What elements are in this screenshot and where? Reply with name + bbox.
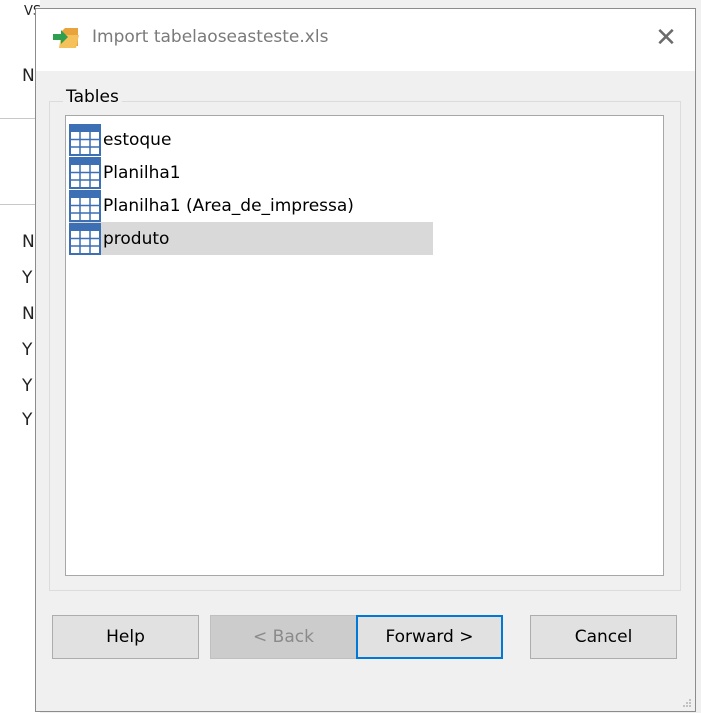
background-divider — [0, 118, 40, 119]
background-text: Y — [22, 410, 33, 430]
table-icon — [69, 123, 101, 156]
table-icon — [69, 156, 101, 189]
background-window: VS N N Y N Y Y Y — [0, 0, 41, 713]
import-dialog: Import tabelaoseasteste.xls ✕ Tables est… — [35, 8, 696, 712]
close-icon: ✕ — [655, 23, 677, 53]
cancel-button[interactable]: Cancel — [530, 615, 677, 659]
import-arrow-folder-icon — [53, 28, 79, 48]
background-text: Y — [22, 268, 33, 288]
background-text: N — [22, 232, 35, 252]
help-button[interactable]: Help — [52, 615, 199, 659]
background-text: N — [22, 304, 35, 324]
background-text: Y — [22, 340, 33, 360]
forward-button[interactable]: Forward > — [356, 615, 503, 659]
background-text: Y — [22, 376, 33, 396]
tables-list[interactable]: estoque Planilha1 Planilha1 (Area_de_imp… — [65, 115, 664, 576]
title-bar[interactable]: Import tabelaoseasteste.xls ✕ — [36, 9, 695, 71]
dialog-title: Import tabelaoseasteste.xls — [92, 27, 329, 47]
list-item-selected[interactable]: produto — [69, 222, 433, 255]
list-item[interactable]: Planilha1 — [69, 156, 181, 189]
list-item-label: Planilha1 — [103, 162, 181, 183]
list-item-label: produto — [103, 228, 170, 249]
list-item[interactable]: Planilha1 (Area_de_impressa) — [69, 189, 354, 222]
resize-grip-icon[interactable] — [682, 698, 692, 708]
background-divider — [0, 204, 40, 205]
back-button[interactable]: < Back — [210, 615, 357, 659]
list-item-label: Planilha1 (Area_de_impressa) — [103, 195, 354, 216]
list-item-label: estoque — [103, 129, 172, 150]
background-text: N — [22, 66, 35, 86]
list-item[interactable]: estoque — [69, 123, 171, 156]
close-button[interactable]: ✕ — [647, 19, 685, 57]
table-icon — [69, 189, 101, 222]
table-icon — [69, 222, 101, 255]
tables-group-label: Tables — [63, 87, 122, 107]
